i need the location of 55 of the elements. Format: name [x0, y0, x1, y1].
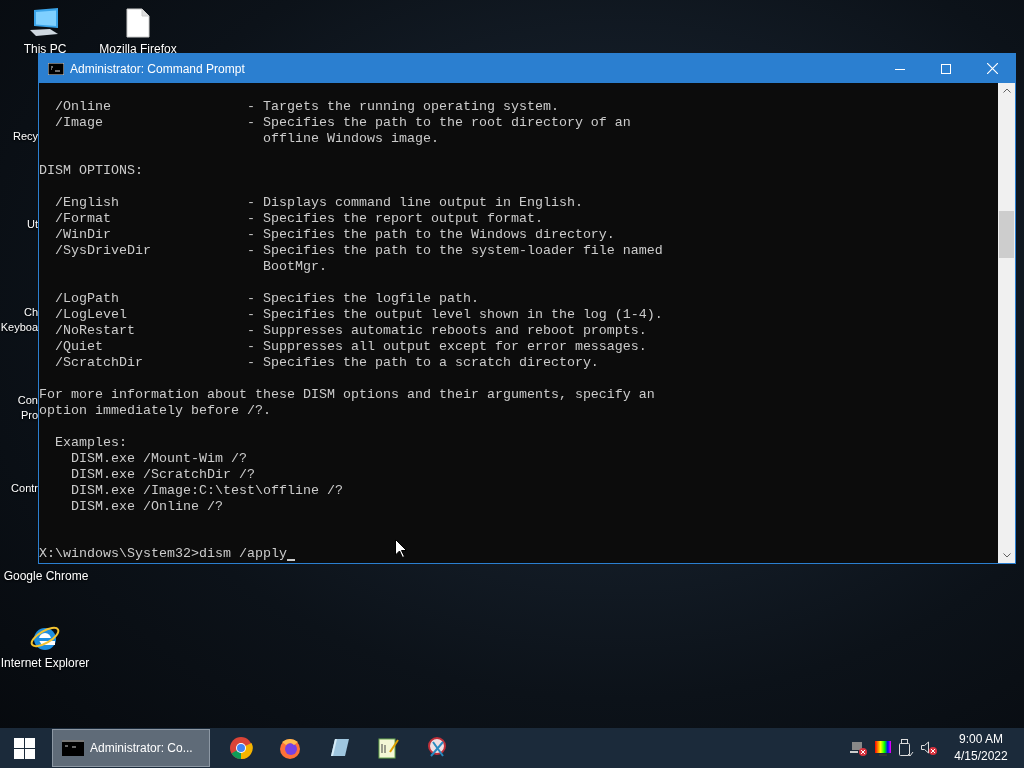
console-line: option immediately before /?.	[39, 403, 271, 419]
clock-time: 9:00 AM	[959, 731, 1003, 748]
console-line: /LogPath - Specifies the logfile path.	[54, 291, 479, 307]
desktop-icon-label[interactable]: Con Pro	[16, 393, 38, 423]
console-icon	[62, 740, 84, 756]
console-line: DISM.exe /ScratchDir /?	[70, 467, 255, 483]
console-line: BootMgr.	[261, 259, 327, 275]
desktop-icon-label[interactable]: Ut	[26, 217, 38, 232]
desktop-icon-label[interactable]: Mozilla Firefox	[99, 42, 177, 57]
notepad-icon	[375, 736, 400, 760]
scroll-down-icon[interactable]	[1002, 553, 1011, 558]
desktop-icon-label[interactable]: Google Chrome	[3, 569, 89, 584]
desktop-icon-label[interactable]: Ch Keyboa	[0, 305, 38, 335]
muted-speaker-icon[interactable]	[920, 740, 938, 756]
console-line: /SysDriveDir - Specifies the path to the system-loader file named	[54, 243, 663, 259]
clock[interactable]: 9:00 AM 4/15/2022	[944, 731, 1018, 765]
console-line: /Quiet - Suppresses all output except for error messages.	[54, 339, 647, 355]
clock-date: 4/15/2022	[954, 748, 1008, 765]
console-line: /Image - Specifies the path to the root directory of an	[54, 115, 631, 131]
scroll-up-icon[interactable]	[1002, 88, 1011, 93]
console-line: /Online - Targets the running operating system.	[54, 99, 559, 115]
console-line: /ScratchDir - Specifies the path to a scratch directory.	[54, 355, 599, 371]
command-input-line[interactable]: X:\windows\System32>dism /apply	[39, 546, 287, 562]
color-display-icon[interactable]	[874, 740, 892, 756]
console-line: /NoRestart - Suppresses automatic reboots and reboot prompts.	[54, 323, 647, 339]
window-title: Administrator: Command Prompt	[70, 60, 245, 78]
console-line: /LogLevel - Specifies the output level shown in the log (1-4).	[54, 307, 663, 323]
console-line: DISM.exe /Online /?	[70, 499, 223, 515]
fox-globe-icon	[277, 736, 302, 760]
usb-drive-icon[interactable]	[898, 739, 914, 757]
network-error-icon[interactable]	[850, 740, 868, 756]
scroll-thumb[interactable]	[999, 211, 1014, 258]
desktop-icon-label[interactable]: This PC	[23, 42, 67, 57]
console-line: /Format - Specifies the report output format.	[54, 211, 543, 227]
console-line: DISM OPTIONS:	[39, 163, 143, 179]
desktop-icon-label[interactable]: Recy	[11, 129, 38, 144]
scrollbar[interactable]	[998, 83, 1015, 563]
windows-logo-icon	[13, 737, 35, 759]
console-line: DISM.exe /Image:C:\test\offline /?	[70, 483, 343, 499]
console-line: /English - Displays command line output in English.	[54, 195, 583, 211]
console-line: offline Windows image.	[261, 131, 439, 147]
console-line: /WinDir - Specifies the path to the Windows directory.	[54, 227, 615, 243]
desktop-icon-label[interactable]: Contr	[10, 481, 38, 496]
console-line: For more information about these DISM options and their arguments, specify an	[39, 387, 655, 403]
text-cursor	[286, 559, 295, 561]
file-icon	[126, 8, 150, 38]
console-line: DISM.exe /Mount-Wim /?	[70, 451, 247, 467]
close-icon	[986, 63, 998, 74]
taskbar-window-button[interactable]: Administrator: Co...	[52, 729, 210, 767]
mouse-pointer-icon	[395, 539, 407, 558]
console-icon	[48, 62, 64, 75]
console-line: Examples:	[54, 435, 127, 451]
chrome-icon	[228, 736, 253, 760]
desktop-icon-label[interactable]: Internet Explorer	[0, 656, 90, 671]
maximize-icon	[941, 63, 951, 74]
